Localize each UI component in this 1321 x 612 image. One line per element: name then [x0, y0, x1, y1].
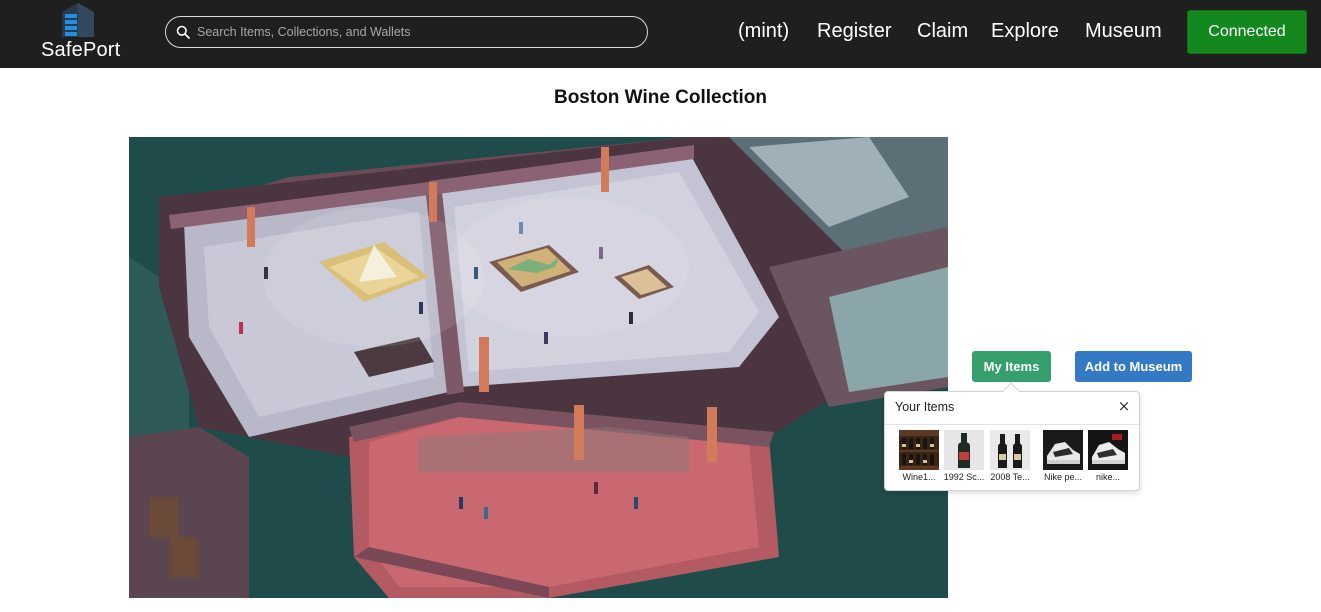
nav-link-register[interactable]: Register — [817, 20, 891, 43]
item-label: Nike pe... — [1043, 472, 1083, 482]
page-title: Boston Wine Collection — [553, 87, 768, 108]
connected-wallet-button[interactable]: Connected — [1187, 10, 1307, 54]
nav-link-museum[interactable]: Museum — [1085, 20, 1162, 43]
search-icon — [176, 25, 190, 39]
item-card[interactable]: Wine1... — [898, 430, 940, 485]
item-label: nike... — [1095, 472, 1120, 482]
item-card[interactable]: 1992 Sc... — [943, 430, 985, 485]
museum-3d-view[interactable] — [129, 137, 948, 598]
sneaker-thumbnail — [1043, 430, 1083, 470]
wine-rack-thumbnail — [899, 430, 939, 470]
item-card[interactable]: 2008 Te... — [989, 430, 1031, 485]
close-icon[interactable]: × — [1115, 397, 1133, 415]
item-card[interactable]: Nike pe... — [1042, 430, 1084, 485]
logo-text: SafePort — [41, 39, 121, 61]
popover-header: Your Items × — [885, 392, 1139, 425]
item-card[interactable]: nike... — [1087, 430, 1129, 485]
search-bar[interactable] — [165, 16, 648, 48]
item-label: Wine1... — [902, 472, 936, 482]
your-items-popover: Your Items × Wine1... 1992 Sc... 2008 Te… — [884, 382, 1140, 491]
nav-link-mint[interactable]: (mint) — [738, 20, 789, 43]
item-label: 1992 Sc... — [943, 472, 985, 482]
sneaker-thumbnail — [1088, 430, 1128, 470]
building-logo-icon — [62, 3, 94, 37]
popover-title: Your Items — [895, 400, 955, 414]
item-label: 2008 Te... — [990, 472, 1030, 482]
my-items-button[interactable]: My Items — [972, 351, 1051, 382]
wine-bottle-thumbnail — [944, 430, 984, 470]
nav-link-explore[interactable]: Explore — [991, 20, 1059, 43]
museum-scene-image — [129, 137, 948, 598]
wine-bottles-thumbnail — [990, 430, 1030, 470]
top-navbar: SafePort (mint) Register Claim Explore M… — [0, 0, 1321, 68]
safeport-logo[interactable]: SafePort — [36, 2, 122, 64]
search-input[interactable] — [197, 21, 637, 43]
add-to-museum-button[interactable]: Add to Museum — [1075, 351, 1192, 382]
nav-link-claim[interactable]: Claim — [917, 20, 968, 43]
